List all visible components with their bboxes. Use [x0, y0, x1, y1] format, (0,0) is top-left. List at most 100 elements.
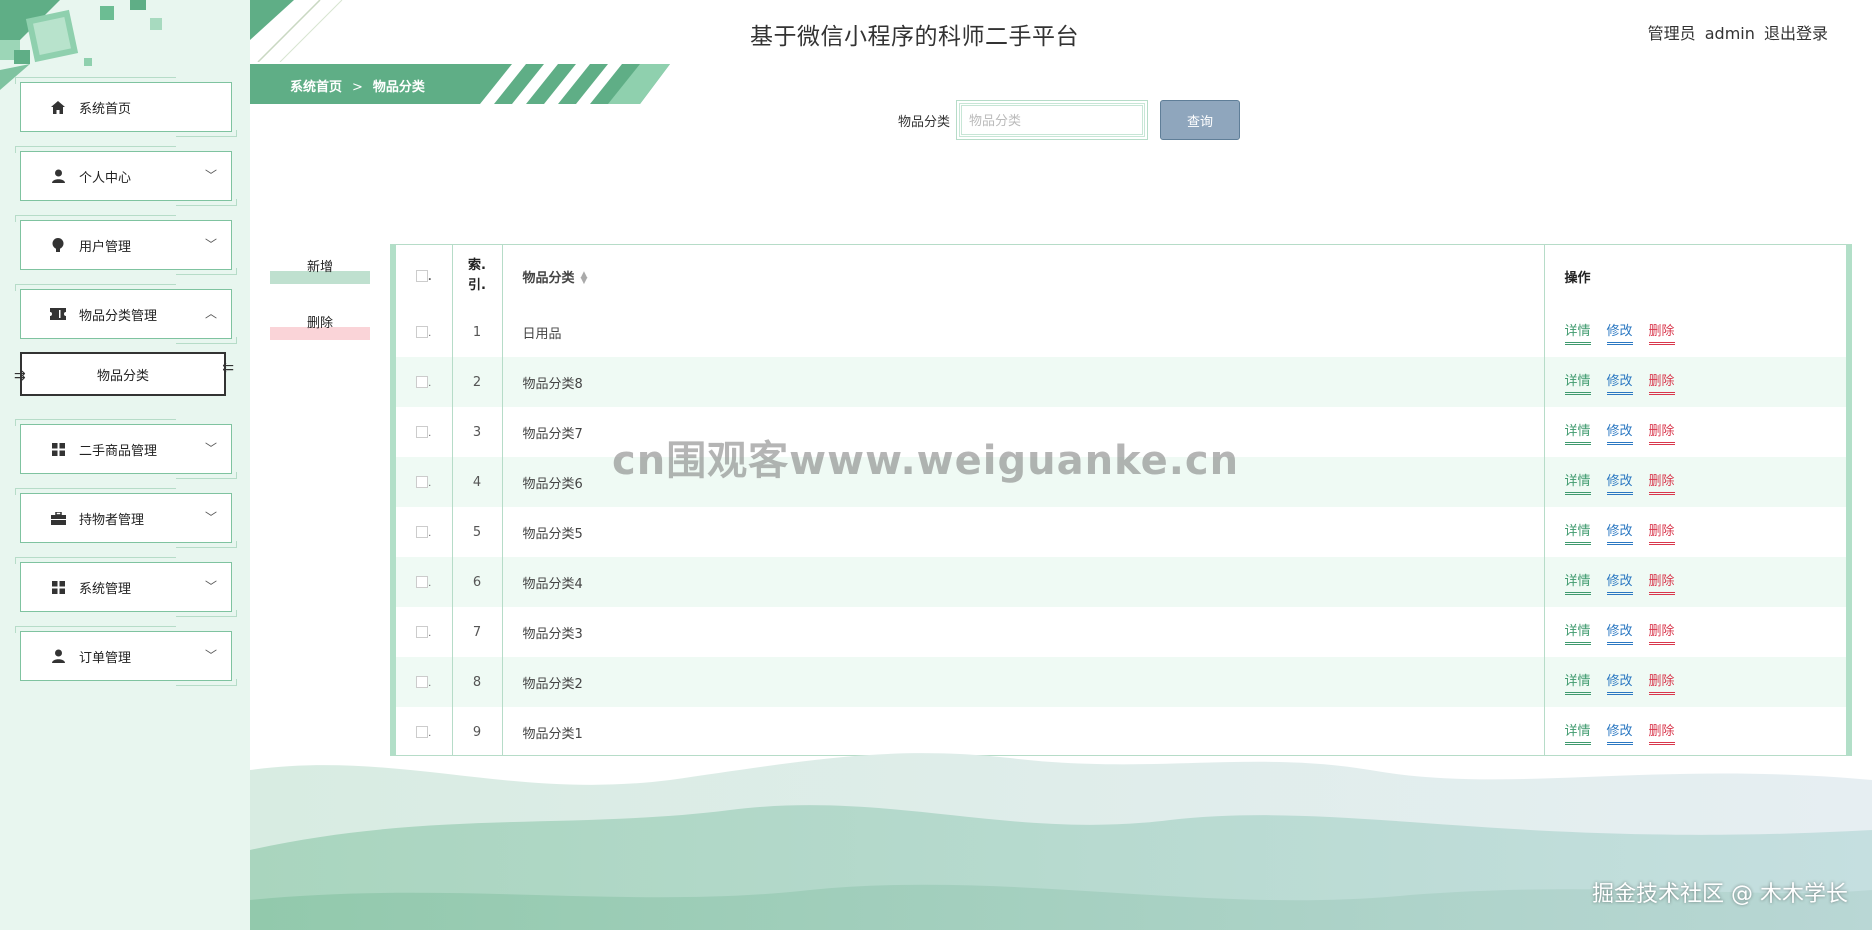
- delete-button[interactable]: 删除: [1648, 620, 1675, 645]
- sidebar-item-goods[interactable]: 二手商品管理 ﹀: [15, 419, 237, 479]
- search-bar: 物品分类 查询: [898, 100, 1241, 140]
- search-button[interactable]: 查询: [1160, 100, 1241, 140]
- checkbox-dot: .: [428, 577, 432, 589]
- edit-button[interactable]: 修改: [1606, 470, 1633, 495]
- detail-button[interactable]: 详情: [1564, 520, 1591, 545]
- page-title: 基于微信小程序的科师二手平台: [750, 24, 1079, 50]
- table-row: . 8 物品分类2 详情 修改 删除: [396, 657, 1846, 707]
- row-actions: 详情 修改 删除: [1544, 357, 1846, 407]
- edit-button[interactable]: 修改: [1606, 370, 1633, 395]
- search-label: 物品分类: [898, 114, 951, 130]
- checkbox[interactable]: [416, 376, 429, 388]
- row-category-name: 物品分类8: [502, 357, 1545, 407]
- checkbox[interactable]: [416, 526, 429, 538]
- detail-button[interactable]: 详情: [1564, 320, 1591, 345]
- detail-button[interactable]: 详情: [1564, 570, 1591, 595]
- detail-button[interactable]: 详情: [1564, 670, 1591, 695]
- row-category-name: 物品分类4: [502, 557, 1545, 607]
- delete-button[interactable]: 删除: [1648, 570, 1675, 595]
- sidebar-subitem-category[interactable]: ⇉ 物品分类 ⇇: [14, 352, 234, 396]
- search-input[interactable]: [956, 100, 1149, 140]
- sidebar-item-label: 用户管理: [79, 239, 132, 255]
- logout-link[interactable]: 退出登录: [1764, 24, 1828, 43]
- sidebar: 系统首页 个人中心 ﹀ 用户管理 ﹀ 物品分类管理 ︿ ⇉ 物品分类 ⇇ 二手商…: [0, 0, 250, 930]
- detail-button[interactable]: 详情: [1564, 370, 1591, 395]
- edit-button[interactable]: 修改: [1606, 320, 1633, 345]
- sidebar-item-home[interactable]: 系统首页: [15, 77, 237, 137]
- row-category-name: 物品分类7: [502, 407, 1545, 457]
- row-actions: 详情 修改 删除: [1544, 507, 1846, 557]
- delete-button[interactable]: 删除: [1648, 370, 1675, 395]
- checkbox-dot: .: [428, 427, 432, 439]
- data-table: . 索. 引. 物品分类 ▲ ▼ 操作 . 1 日用品 详情 修改 删除. 2 物品分类8 详情 修改删…: [396, 245, 1846, 755]
- checkbox[interactable]: [415, 270, 428, 282]
- row-select[interactable]: .: [396, 657, 453, 707]
- checkbox[interactable]: [416, 426, 429, 438]
- checkbox-dot: .: [428, 377, 432, 389]
- batch-delete-label: 删除: [306, 316, 333, 331]
- edit-button[interactable]: 修改: [1606, 420, 1633, 445]
- row-index: 5: [452, 507, 503, 557]
- breadcrumb-home[interactable]: 系统首页: [290, 80, 342, 95]
- delete-button[interactable]: 删除: [1648, 420, 1675, 445]
- sidebar-item-label: 二手商品管理: [79, 443, 158, 459]
- sidebar-item-label: 系统管理: [79, 581, 132, 597]
- batch-delete-button[interactable]: 删除: [270, 312, 370, 340]
- row-select[interactable]: .: [396, 307, 453, 357]
- grid-icon: [47, 580, 69, 594]
- checkbox[interactable]: [416, 326, 429, 338]
- sidebar-item-holders[interactable]: 持物者管理 ﹀: [15, 488, 237, 548]
- user-role: 管理员: [1647, 24, 1696, 43]
- checkbox[interactable]: [416, 626, 429, 638]
- checkbox-dot: .: [428, 327, 432, 339]
- delete-button[interactable]: 删除: [1648, 520, 1675, 545]
- detail-button[interactable]: 详情: [1564, 620, 1591, 645]
- row-select[interactable]: .: [396, 607, 453, 657]
- checkbox-dot: .: [428, 727, 432, 739]
- sidebar-item-category-mgmt[interactable]: 物品分类管理 ︿: [15, 284, 237, 344]
- sidebar-item-system[interactable]: 系统管理 ﹀: [15, 557, 237, 617]
- edit-button[interactable]: 修改: [1606, 570, 1633, 595]
- chevron-down-icon: ﹀: [204, 168, 217, 183]
- delete-button[interactable]: 删除: [1648, 470, 1675, 495]
- row-select[interactable]: .: [396, 457, 453, 507]
- table-row: . 4 物品分类6 详情 修改 删除: [396, 457, 1846, 507]
- row-index: 1: [452, 307, 503, 357]
- checkbox-dot: .: [427, 271, 432, 283]
- header-select-all[interactable]: .: [396, 245, 453, 307]
- header-index: 索. 引.: [452, 245, 503, 307]
- detail-button[interactable]: 详情: [1564, 420, 1591, 445]
- row-select[interactable]: .: [396, 407, 453, 457]
- row-select[interactable]: .: [396, 357, 453, 407]
- checkbox[interactable]: [416, 576, 429, 588]
- row-actions: 详情 修改 删除: [1544, 657, 1846, 707]
- edit-button[interactable]: 修改: [1606, 670, 1633, 695]
- row-actions: 详情 修改 删除: [1544, 607, 1846, 657]
- checkbox[interactable]: [416, 476, 429, 488]
- edit-button[interactable]: 修改: [1606, 520, 1633, 545]
- row-category-name: 物品分类5: [502, 507, 1545, 557]
- edit-button[interactable]: 修改: [1606, 620, 1633, 645]
- sidebar-item-label: 订单管理: [79, 650, 132, 666]
- row-select[interactable]: .: [396, 557, 453, 607]
- row-select[interactable]: .: [396, 507, 453, 557]
- row-index: 8: [452, 657, 503, 707]
- sidebar-item-profile[interactable]: 个人中心 ﹀: [15, 146, 237, 206]
- breadcrumb-current: 物品分类: [372, 80, 425, 95]
- header-name[interactable]: 物品分类 ▲ ▼: [502, 245, 1545, 307]
- add-button[interactable]: 新增: [270, 256, 370, 284]
- delete-button[interactable]: 删除: [1648, 670, 1675, 695]
- checkbox[interactable]: [416, 676, 429, 688]
- sidebar-menu: 系统首页 个人中心 ﹀ 用户管理 ﹀ 物品分类管理 ︿ ⇉ 物品分类 ⇇ 二手商…: [14, 77, 237, 700]
- detail-button[interactable]: 详情: [1564, 470, 1591, 495]
- header-index-line2: 引.: [468, 278, 486, 293]
- delete-button[interactable]: 删除: [1648, 320, 1675, 345]
- sort-icon[interactable]: ▲ ▼: [581, 271, 588, 286]
- sidebar-item-orders[interactable]: 订单管理 ﹀: [15, 626, 237, 686]
- table-row: . 5 物品分类5 详情 修改 删除: [396, 507, 1846, 557]
- row-index: 2: [452, 357, 503, 407]
- sidebar-item-users[interactable]: 用户管理 ﹀: [15, 215, 237, 275]
- checkbox[interactable]: [416, 726, 429, 738]
- header-decoration: [250, 0, 343, 62]
- row-actions: 详情 修改 删除: [1544, 557, 1846, 607]
